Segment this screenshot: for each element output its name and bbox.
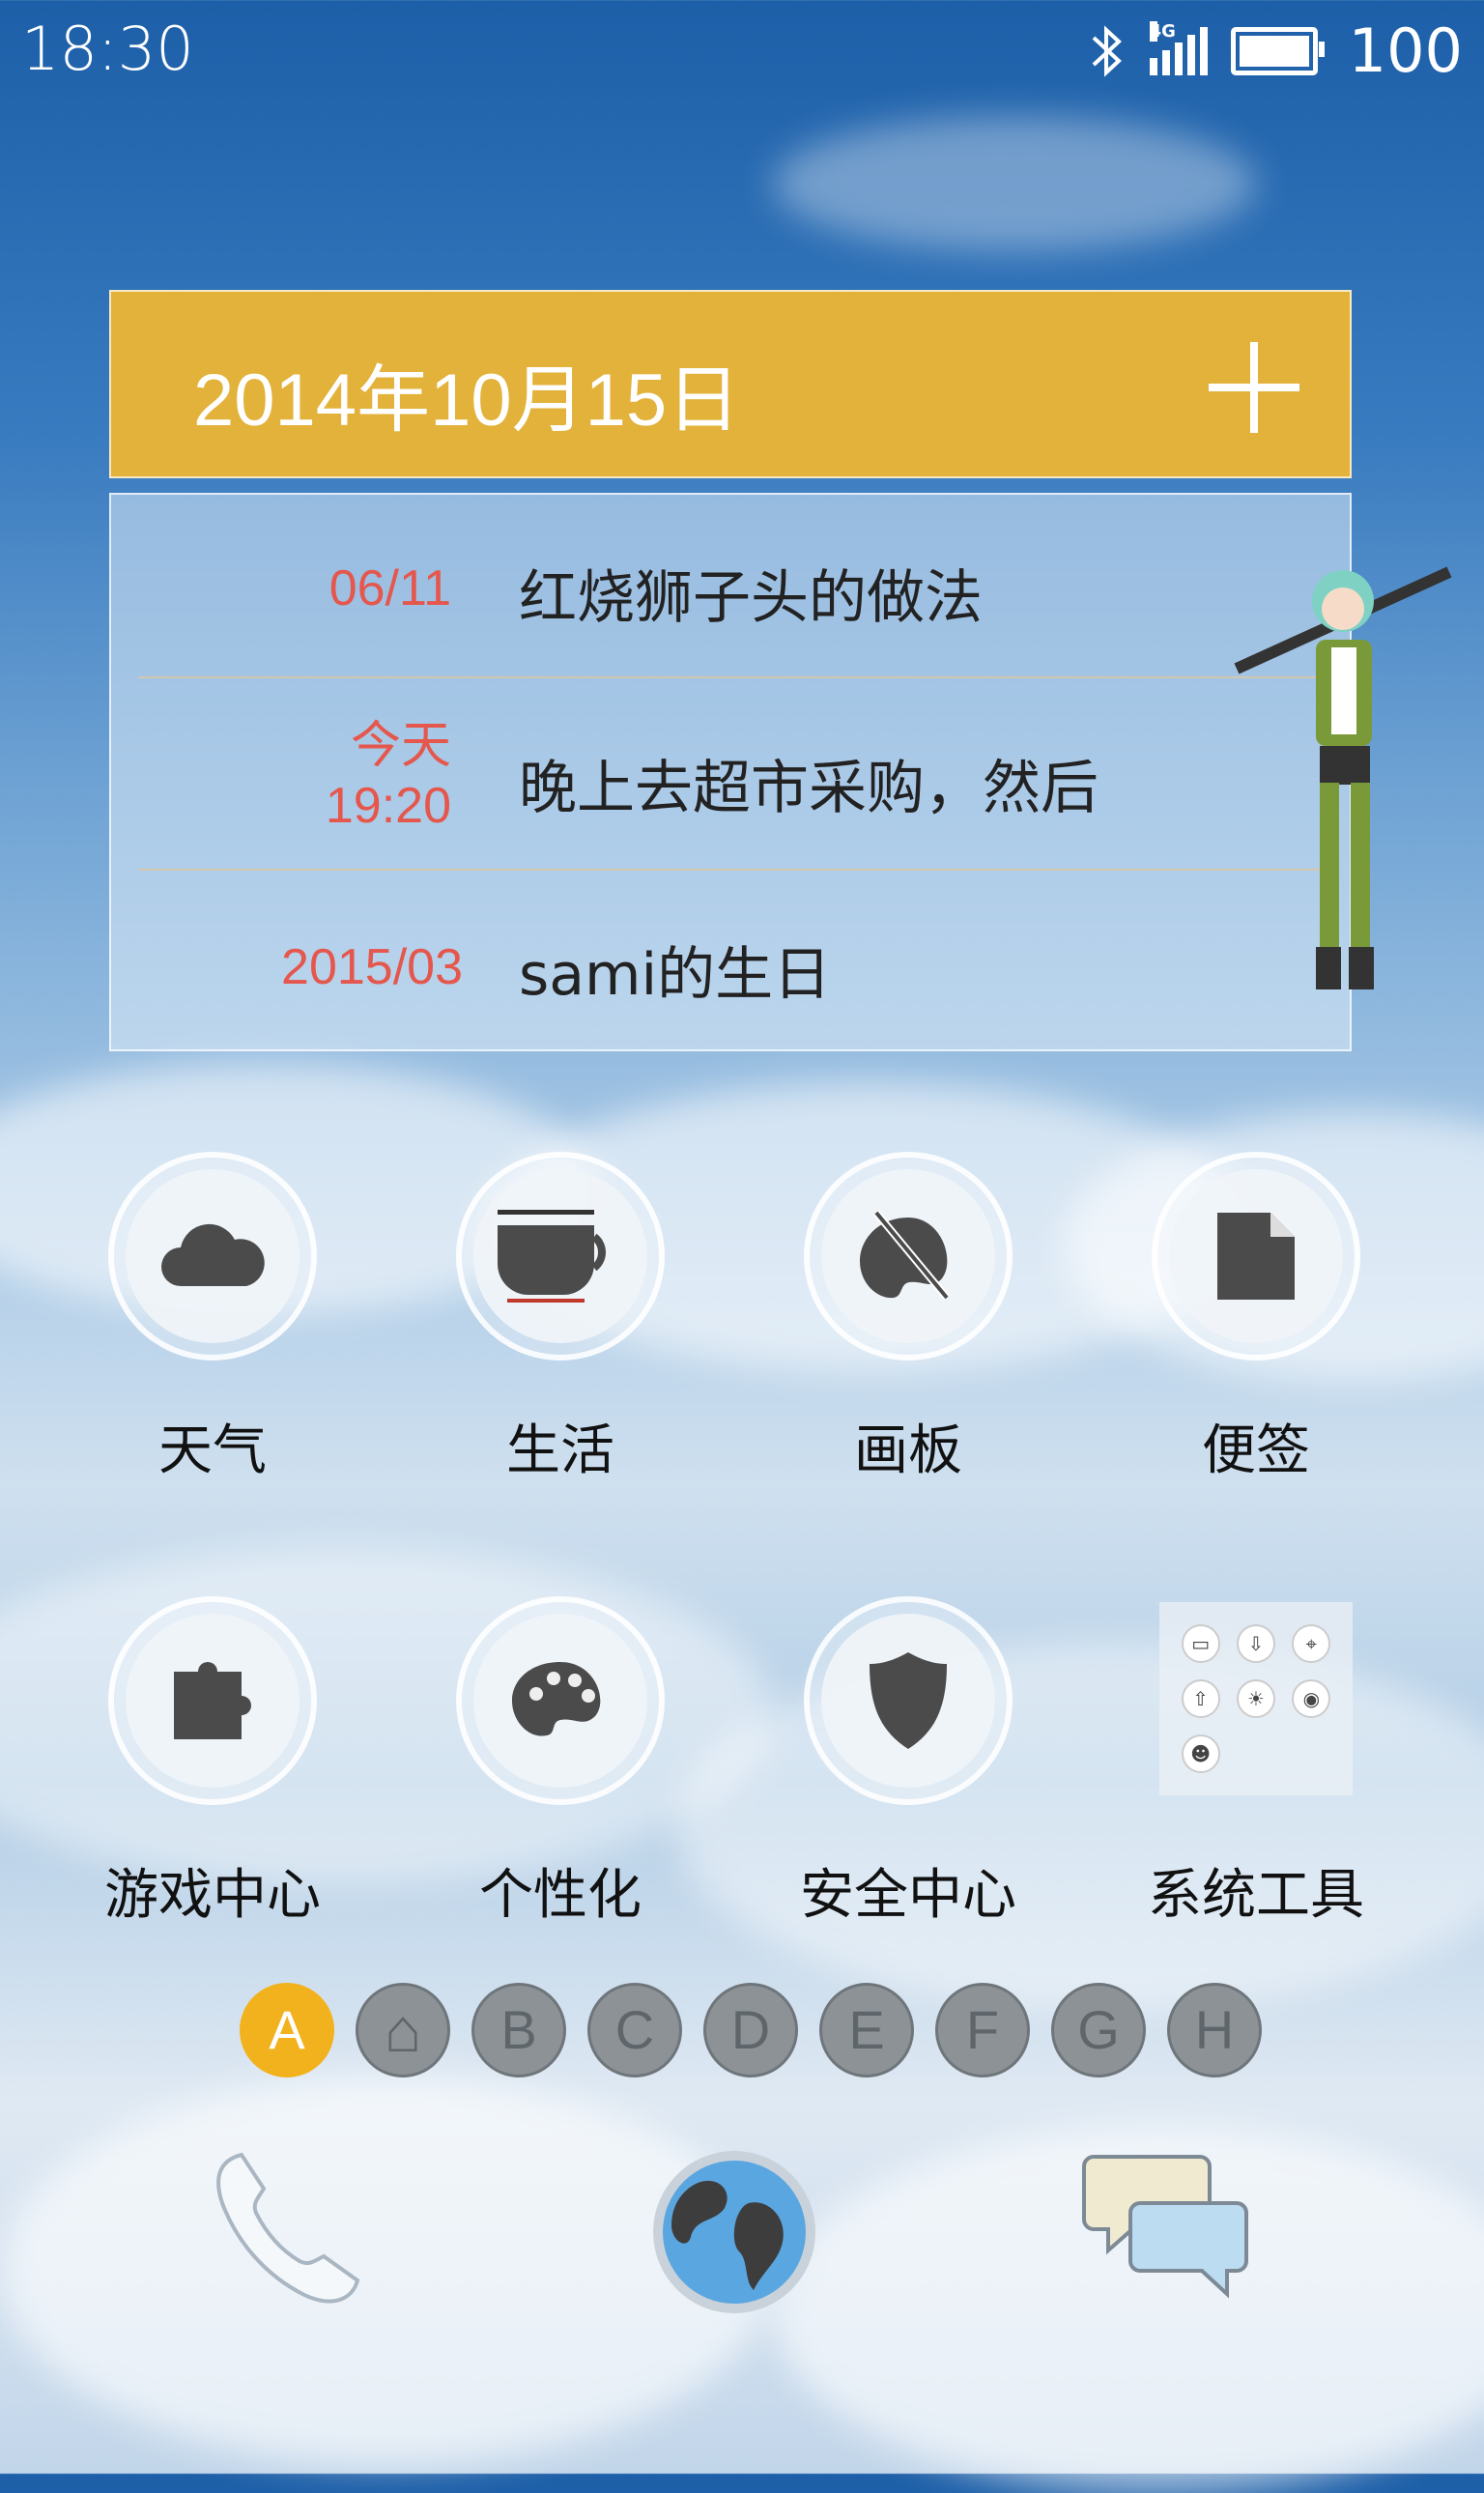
event-row[interactable]: 2015/03 sami的生日 — [111, 872, 1350, 1060]
app-life[interactable]: 生活 — [415, 1152, 705, 1485]
page-dot-a[interactable]: A — [240, 1983, 334, 2078]
app-security-center[interactable]: 安全中心 — [763, 1596, 1053, 1930]
browser-globe-icon[interactable] — [647, 2145, 821, 2319]
event-date: 今天 19:20 — [326, 716, 451, 836]
event-title: 晚上去超市采购，然后 — [519, 755, 1099, 822]
battery-level: 100 — [1348, 15, 1463, 86]
puzzle-icon — [174, 1662, 251, 1739]
app-label: 画板 — [854, 1419, 962, 1482]
app-label: 个性化 — [479, 1864, 642, 1927]
signal-icon: 4G — [1149, 20, 1208, 75]
battery-icon — [1230, 26, 1325, 75]
divider — [138, 869, 1327, 871]
app-label: 游戏中心 — [104, 1864, 321, 1927]
page-dot-h[interactable]: H — [1167, 1983, 1262, 2078]
note-icon — [1217, 1213, 1295, 1300]
tools-folder-icon: ▭ ⇩ ⌖ ⇧ ☀ ◉ ☻ — [1159, 1602, 1353, 1795]
page-dot-e[interactable]: E — [819, 1983, 914, 2078]
bluetooth-icon — [1092, 24, 1122, 77]
calendar-event-list: 06/11 红烧狮子头的做法 今天 19:20 晚上去超市采购，然后 2015/… — [109, 493, 1452, 1051]
app-personalization[interactable]: 个性化 — [415, 1596, 705, 1930]
event-row[interactable]: 06/11 红烧狮子头的做法 — [111, 495, 1350, 683]
event-day: 今天 — [350, 718, 451, 774]
event-date: 06/11 — [328, 560, 451, 616]
app-game-center[interactable]: 游戏中心 — [68, 1596, 357, 1930]
event-title: 红烧狮子头的做法 — [519, 564, 983, 632]
network-type: 4G — [1149, 20, 1176, 42]
palette-icon — [512, 1662, 601, 1736]
event-row[interactable]: 今天 19:20 晚上去超市采购，然后 — [111, 683, 1350, 872]
cloud-icon — [161, 1223, 265, 1286]
app-label: 便签 — [1202, 1419, 1310, 1482]
status-bar: 18:30 4G 100 — [0, 0, 1484, 97]
page-dot-c[interactable]: C — [587, 1983, 682, 2078]
app-drawing-board[interactable]: 画板 — [763, 1152, 1053, 1485]
coffee-cup-icon — [498, 1210, 606, 1303]
page-dot-home[interactable]: ⌂ — [356, 1983, 450, 2078]
calendar-date: 2014年10月15日 — [193, 359, 741, 442]
palette-brush-icon — [860, 1210, 951, 1301]
app-label: 系统工具 — [1148, 1864, 1364, 1927]
event-date: 2015/03 — [281, 939, 463, 995]
page-dot-b[interactable]: B — [471, 1983, 566, 2078]
app-label: 生活 — [506, 1419, 614, 1482]
event-time: 19:20 — [325, 778, 451, 834]
page-dot-f[interactable]: F — [935, 1983, 1030, 2078]
plus-icon[interactable] — [1209, 342, 1299, 433]
app-system-tools-folder[interactable]: ▭ ⇩ ⌖ ⇧ ☀ ◉ ☻ 系统工具 — [1111, 1602, 1401, 1930]
anime-character-illustration — [1234, 566, 1452, 989]
page-dot-g[interactable]: G — [1051, 1983, 1146, 2078]
page-indicator: A ⌂ B C D E F G H — [240, 1983, 1262, 2078]
calendar-header[interactable]: 2014年10月15日 — [109, 290, 1352, 478]
phone-icon[interactable] — [203, 2145, 377, 2319]
messages-icon[interactable] — [1082, 2145, 1256, 2309]
app-label: 天气 — [158, 1419, 267, 1482]
app-label: 安全中心 — [800, 1864, 1016, 1927]
divider — [138, 676, 1327, 678]
event-title: sami的生日 — [519, 941, 832, 1009]
page-dot-d[interactable]: D — [703, 1983, 798, 2078]
shield-icon — [870, 1652, 947, 1749]
status-time: 18:30 — [21, 14, 194, 84]
app-notes[interactable]: 便签 — [1111, 1152, 1401, 1485]
app-weather[interactable]: 天气 — [68, 1152, 357, 1485]
